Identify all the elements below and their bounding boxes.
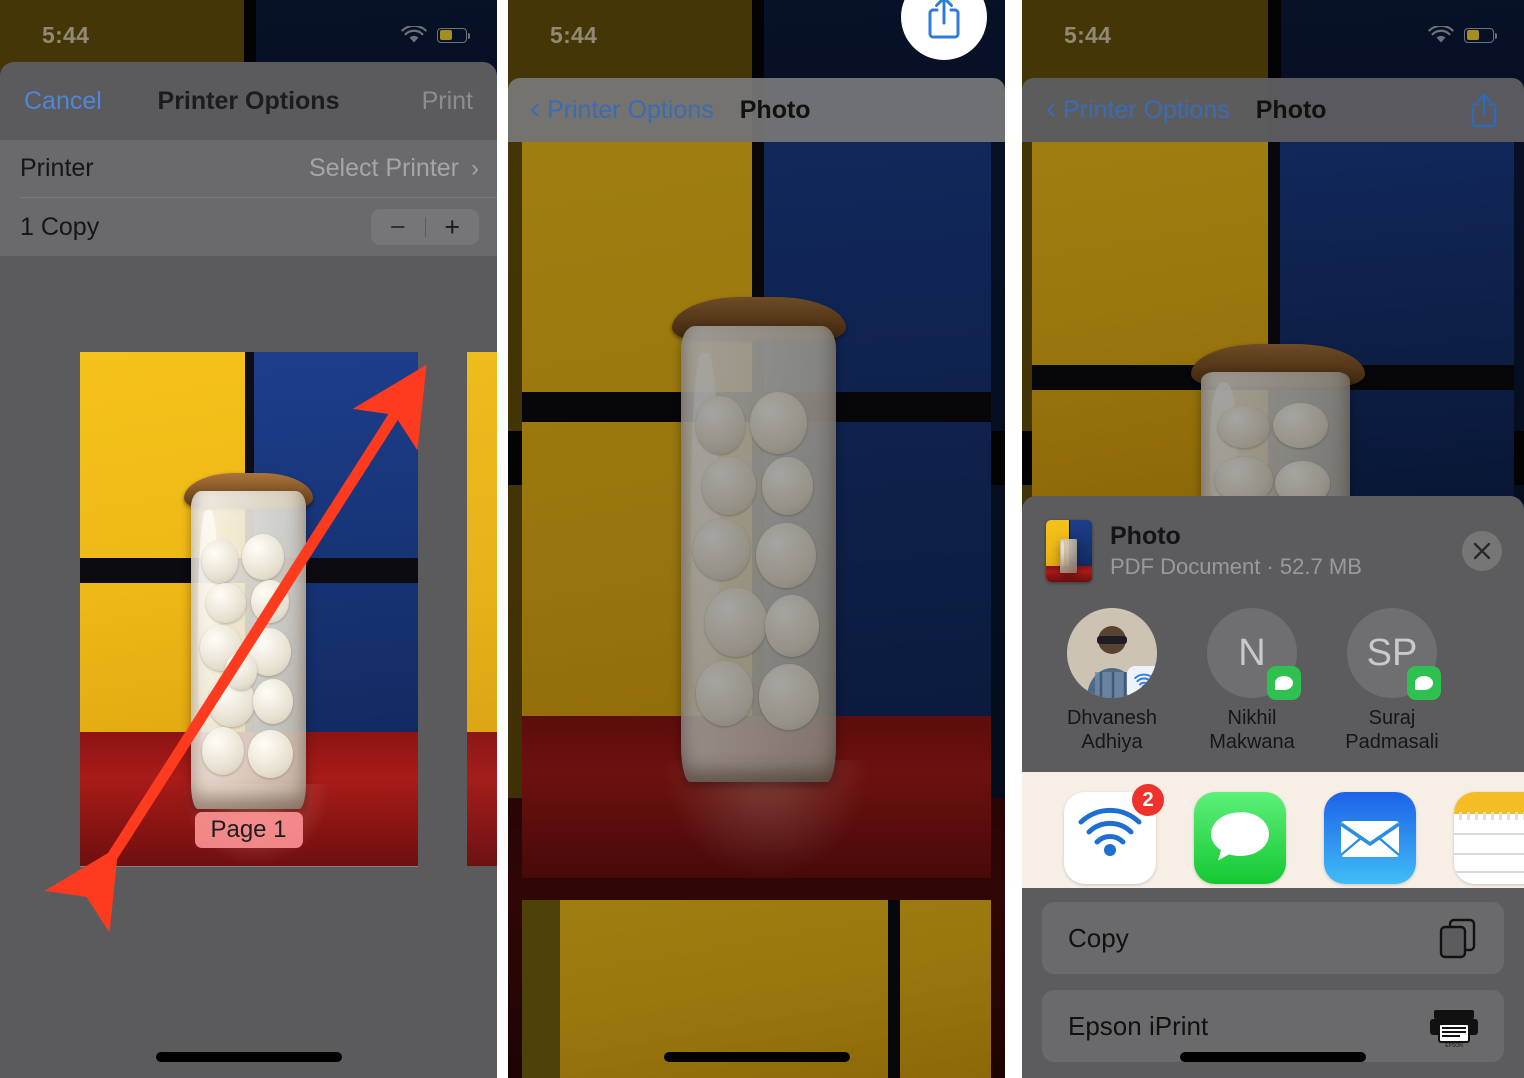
copy-icon bbox=[1439, 918, 1476, 959]
cancel-button[interactable]: Cancel bbox=[24, 87, 102, 116]
preview-photo bbox=[79, 352, 418, 866]
action-row-copy[interactable]: Copy bbox=[1042, 902, 1504, 974]
contact-name: Dhvanesh Adhiya bbox=[1066, 707, 1158, 753]
close-icon bbox=[1473, 542, 1491, 560]
avatar bbox=[1067, 608, 1157, 698]
row-printer[interactable]: Printer Select Printer › bbox=[20, 140, 497, 198]
printer-label: Printer bbox=[20, 154, 94, 182]
panel-photo-preview: 5:44 ‹ Printer Options Photo bbox=[508, 0, 1005, 1078]
home-indicator-1 bbox=[155, 1052, 342, 1062]
row-copies: 1 Copy − + bbox=[20, 198, 497, 256]
contact-name: Nikhil Makwana bbox=[1209, 707, 1295, 753]
wifi-icon bbox=[1428, 25, 1454, 42]
back-button[interactable]: ‹ Printer Options bbox=[530, 91, 714, 125]
status-bar-1: 5:44 bbox=[0, 0, 497, 70]
battery-icon bbox=[1464, 27, 1497, 43]
messages-icon bbox=[1194, 792, 1286, 885]
action-group-copy: Copy bbox=[1042, 902, 1504, 974]
increment-button[interactable]: + bbox=[426, 210, 480, 244]
contact-item[interactable]: N Nikhil Makwana bbox=[1200, 608, 1304, 754]
back-label: Printer Options bbox=[547, 95, 714, 124]
mail-icon bbox=[1324, 792, 1416, 885]
photo-page-1[interactable] bbox=[522, 142, 991, 878]
panel-share-sheet: 5:44 ‹ Printer Options Photo Photo PDF D… bbox=[1022, 0, 1524, 1078]
document-thumbnail bbox=[1046, 520, 1092, 582]
badge-count: 2 bbox=[1132, 784, 1164, 817]
airdrop-badge-icon bbox=[1127, 666, 1157, 698]
home-indicator-3 bbox=[1180, 1052, 1366, 1062]
decrement-button[interactable]: − bbox=[371, 210, 425, 244]
preview-page[interactable]: Page 1 bbox=[79, 352, 418, 866]
app-item-airdrop[interactable]: 2 AirDrop bbox=[1062, 784, 1164, 885]
contact-item[interactable]: Dhvanesh Adhiya bbox=[1060, 608, 1164, 754]
contacts-row: Dhvanesh Adhiya N Nikhil Makwana SP Sura… bbox=[1022, 602, 1524, 772]
copies-stepper[interactable]: − + bbox=[371, 209, 479, 245]
share-icon bbox=[1471, 93, 1497, 128]
back-button[interactable]: ‹ Printer Options bbox=[1046, 91, 1230, 125]
airdrop-icon: 2 bbox=[1064, 784, 1164, 885]
share-sheet-header: Photo PDF Document · 52.7 MB bbox=[1022, 496, 1524, 602]
messages-badge-icon bbox=[1407, 666, 1441, 700]
message-bubble-glyph bbox=[1211, 812, 1269, 861]
close-button[interactable] bbox=[1462, 531, 1502, 571]
contact-name: Suraj Padmasali bbox=[1345, 707, 1439, 753]
app-item-mail[interactable]: Mail bbox=[1322, 792, 1418, 885]
airdrop-icon bbox=[1134, 673, 1154, 690]
page-title: Photo bbox=[739, 95, 811, 124]
options-group: Printer Select Printer › 1 Copy − + bbox=[0, 140, 497, 256]
status-bar-3: 5:44 bbox=[1022, 0, 1524, 70]
avatar-initials: N bbox=[1238, 631, 1266, 674]
photo-navbar-2: ‹ Printer Options Photo bbox=[508, 78, 1005, 142]
share-button[interactable] bbox=[1468, 91, 1500, 129]
status-time: 5:44 bbox=[550, 21, 598, 48]
three-panel-screenshot: 5:44 Cancel Printer Options Print Printe… bbox=[0, 0, 1524, 1078]
messages-badge-icon bbox=[1267, 666, 1301, 700]
apps-row: 2 AirDrop Messages bbox=[1022, 772, 1524, 888]
action-label: Copy bbox=[1068, 922, 1129, 953]
panel-divider-2 bbox=[1005, 0, 1022, 1078]
chevron-left-icon: ‹ bbox=[1046, 91, 1056, 125]
notes-icon bbox=[1454, 792, 1524, 885]
back-label: Printer Options bbox=[1063, 95, 1230, 124]
app-item-notes[interactable]: Notes bbox=[1452, 792, 1524, 885]
document-subtitle: PDF Document · 52.7 MB bbox=[1110, 553, 1362, 579]
photo-navbar-3: ‹ Printer Options Photo bbox=[1022, 78, 1524, 142]
battery-icon bbox=[437, 27, 470, 43]
avatar: SP bbox=[1347, 608, 1441, 700]
document-title: Photo bbox=[1110, 522, 1181, 551]
print-button[interactable]: Print bbox=[422, 87, 473, 116]
printer-options-sheet: Cancel Printer Options Print Printer Sel… bbox=[0, 62, 497, 1078]
chevron-right-icon: › bbox=[471, 154, 479, 182]
home-indicator-2 bbox=[663, 1052, 850, 1062]
epson-printer-icon: EPSON bbox=[1430, 1010, 1478, 1048]
contact-item[interactable]: SP Suraj Padmasali bbox=[1340, 608, 1444, 754]
notepad-glyph bbox=[1454, 792, 1524, 885]
printer-value: Select Printer bbox=[308, 154, 459, 182]
share-sheet: Photo PDF Document · 52.7 MB Dhvanesh Ad… bbox=[1022, 496, 1524, 1078]
wifi-icon bbox=[401, 25, 427, 42]
share-icon bbox=[928, 0, 960, 39]
photo-behind-sheet bbox=[1032, 142, 1514, 502]
svg-text:EPSON: EPSON bbox=[1445, 1043, 1463, 1048]
status-time: 5:44 bbox=[42, 21, 90, 48]
panel-divider-1 bbox=[497, 0, 508, 1078]
page-title: Photo bbox=[1255, 95, 1327, 124]
page-number-badge: Page 1 bbox=[194, 812, 303, 848]
status-time: 5:44 bbox=[1064, 21, 1112, 48]
shells bbox=[196, 529, 302, 797]
avatar: N bbox=[1207, 608, 1301, 700]
app-item-messages[interactable]: Messages bbox=[1192, 792, 1288, 885]
action-label: Epson iPrint bbox=[1068, 1010, 1209, 1041]
copies-label: 1 Copy bbox=[20, 212, 100, 241]
chevron-left-icon: ‹ bbox=[530, 91, 540, 125]
preview-next-page bbox=[467, 352, 497, 866]
envelope-glyph bbox=[1339, 821, 1401, 858]
panel-printer-options: 5:44 Cancel Printer Options Print Printe… bbox=[0, 0, 497, 1078]
print-preview-area: Page 1 bbox=[0, 352, 497, 866]
sheet-navbar: Cancel Printer Options Print bbox=[0, 62, 497, 140]
